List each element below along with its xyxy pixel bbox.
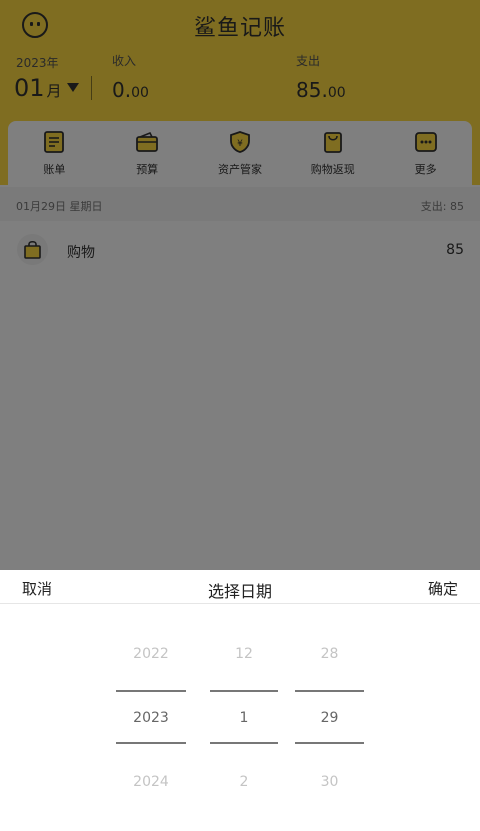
wheel-option: 2024 [133,774,169,790]
wheel-divider [210,690,278,692]
wheel-divider [116,742,186,744]
picker-title: 选择日期 [207,582,272,601]
year-wheel[interactable]: 2022 2023 2024 [116,604,186,831]
wheel-option-selected: 29 [320,710,339,726]
day-wheel[interactable]: 28 29 30 [295,604,364,831]
wheel-option-selected: 2023 [133,710,169,726]
wheel-divider [210,742,278,744]
wheel-option: 2022 [133,646,169,662]
wheel-option: 12 [235,646,253,662]
picker-toolbar: 取消 选择日期 确定 [0,570,480,604]
month-wheel[interactable]: 12 1 2 [210,604,278,831]
wheel-divider [295,690,364,692]
wheel-option-selected: 1 [239,710,249,726]
wheel-option: 30 [320,774,339,790]
wheel-divider [116,690,186,692]
wheel-option: 2 [239,774,249,790]
date-picker-sheet: 取消 选择日期 确定 2022 2023 2024 12 1 2 28 29 3… [0,570,480,831]
wheel-divider [295,742,364,744]
confirm-button[interactable]: 确定 [428,578,458,599]
wheel-option: 28 [320,646,339,662]
